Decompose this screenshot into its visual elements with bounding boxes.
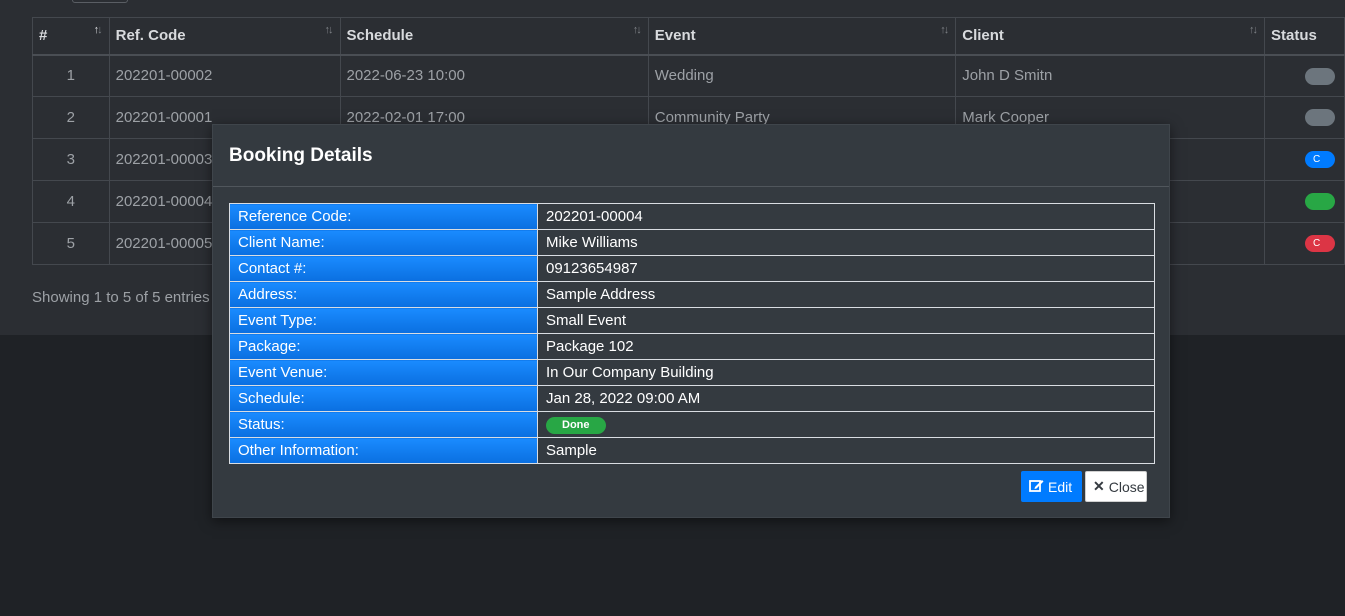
detail-label: Client Name: <box>229 229 538 256</box>
detail-label: Address: <box>229 281 538 308</box>
cell-schedule: 2022-06-23 10:00 <box>339 54 649 97</box>
status-badge: C <box>1305 235 1336 253</box>
detail-row: Package: Package 102 <box>229 333 1155 360</box>
col-header-label: Event <box>654 27 696 45</box>
edit-button[interactable]: Edit <box>1021 471 1082 502</box>
table-row[interactable]: 1 202201-00002 2022-06-23 10:00 Wedding John… <box>32 54 1345 97</box>
sort-icon: ↑↓ <box>940 24 949 36</box>
col-header-client[interactable]: Client ↑↓ <box>955 17 1266 56</box>
detail-label: Other Information: <box>229 437 538 464</box>
close-label: Close <box>1108 478 1145 495</box>
table-header-row: # ↑↓ Ref. Code ↑↓ Schedule ↑↓ Event ↑↓ Clien… <box>32 17 1345 56</box>
detail-value: In Our Company Building <box>537 359 1155 386</box>
status-badge <box>1305 67 1336 85</box>
entries-info: Showing 1 to 5 of 5 entries <box>32 289 210 306</box>
close-button[interactable]: ✕ Close <box>1085 471 1147 502</box>
detail-label: Package: <box>229 333 538 360</box>
detail-value: 09123654987 <box>537 255 1155 282</box>
cell-client: John D Smitn <box>955 54 1266 97</box>
detail-row: Event Venue: In Our Company Building <box>229 359 1155 386</box>
detail-value: 202201-00004 <box>537 203 1155 230</box>
col-header-schedule[interactable]: Schedule ↑↓ <box>339 17 649 56</box>
cell-num: 3 <box>32 138 110 181</box>
sort-icon: ↑↓ <box>93 24 103 36</box>
detail-value: Done <box>537 411 1155 438</box>
detail-row: Reference Code: 202201-00004 <box>229 203 1155 230</box>
detail-value: Small Event <box>537 307 1155 334</box>
detail-value: Sample <box>537 437 1155 464</box>
sort-icon: ↑↓ <box>632 24 642 36</box>
detail-label: Contact #: <box>229 255 538 282</box>
detail-label: Event Type: <box>229 307 538 334</box>
col-header-label: Client <box>962 27 1004 45</box>
col-header-num[interactable]: # ↑↓ <box>32 17 110 56</box>
edit-label: Edit <box>1048 478 1073 495</box>
detail-label: Status: <box>229 411 538 438</box>
details-table: Reference Code: 202201-00004 Client Name: M… <box>229 203 1155 464</box>
col-header-label: # <box>39 27 48 45</box>
cell-ref-code: 202201-00002 <box>108 54 341 97</box>
status-badge: C <box>1305 151 1336 169</box>
detail-value: Sample Address <box>537 281 1155 308</box>
cell-num: 4 <box>32 180 110 223</box>
detail-row: Status: Done <box>229 411 1155 438</box>
col-header-event[interactable]: Event ↑↓ <box>647 17 957 56</box>
col-header-label: Status <box>1271 27 1317 45</box>
detail-row: Contact #: 09123654987 <box>229 255 1155 282</box>
cell-status <box>1264 180 1345 223</box>
col-header-ref-code[interactable]: Ref. Code ↑↓ <box>108 17 341 56</box>
cell-num: 2 <box>32 96 110 139</box>
cell-num: 5 <box>32 222 110 265</box>
col-header-status[interactable]: Status <box>1264 17 1345 56</box>
cell-status: C <box>1264 222 1345 265</box>
cell-status: C <box>1264 138 1345 181</box>
status-badge: Done <box>546 417 606 434</box>
cell-num: 1 <box>32 54 110 97</box>
detail-label: Reference Code: <box>229 203 538 230</box>
detail-row: Event Type: Small Event <box>229 307 1155 334</box>
detail-label: Event Venue: <box>229 359 538 386</box>
cell-event: Wedding <box>647 54 957 97</box>
detail-row: Client Name: Mike Williams <box>229 229 1155 256</box>
booking-details-modal: Booking Details Reference Code: 202201-00… <box>212 124 1170 518</box>
col-header-label: Schedule <box>346 27 414 45</box>
sort-icon: ↑↓ <box>1249 24 1258 36</box>
detail-row: Schedule: Jan 28, 2022 09:00 AM <box>229 385 1155 412</box>
detail-value: Mike Williams <box>537 229 1155 256</box>
detail-row: Address: Sample Address <box>229 281 1155 308</box>
modal-title: Booking Details <box>229 144 373 166</box>
close-icon: ✕ <box>1093 478 1105 494</box>
detail-value: Jan 28, 2022 09:00 AM <box>537 385 1155 412</box>
entries-select[interactable] <box>72 0 128 3</box>
edit-icon <box>1029 478 1044 495</box>
detail-value: Package 102 <box>537 333 1155 360</box>
detail-label: Schedule: <box>229 385 538 412</box>
cell-status <box>1264 54 1345 97</box>
status-badge <box>1305 193 1336 211</box>
sort-icon: ↑↓ <box>324 24 334 36</box>
col-header-label: Ref. Code <box>115 27 186 45</box>
detail-row: Other Information: Sample <box>229 437 1155 464</box>
cell-status <box>1264 96 1345 139</box>
status-badge <box>1305 109 1336 127</box>
modal-header: Booking Details <box>213 125 1169 187</box>
